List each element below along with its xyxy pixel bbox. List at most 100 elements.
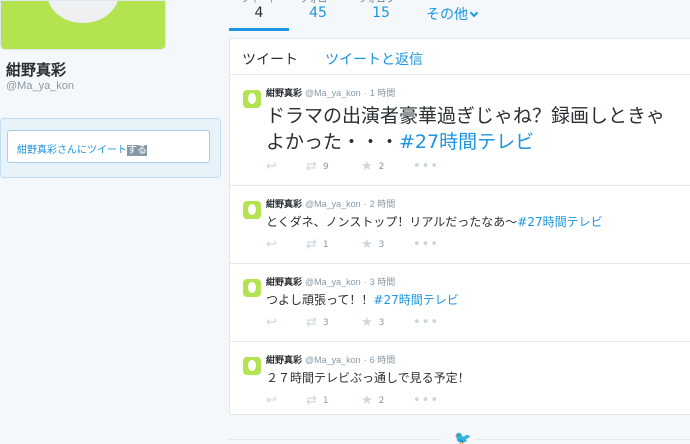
retweet-button[interactable]: ⇄ 1 (306, 393, 329, 408)
tweet-item[interactable]: 紺野真彩 @Ma_ya_kon · 6 時間 ２７時間テレビぶっ通しで見る予定！ ↩ … (230, 343, 690, 416)
tweet-item[interactable]: 紺野真彩 @Ma_ya_kon · 2 時間 とくダネ、ノンストップ！リアルだったなあ… (230, 187, 690, 264)
tweet-body: ２７時間テレビぶっ通しで見る予定！ (266, 371, 470, 385)
stat-followers-value: 15 (372, 5, 390, 21)
tweet-hashtag[interactable]: #27時間テレビ (399, 131, 534, 153)
more-actions-button[interactable]: ••• (413, 159, 439, 174)
favorite-button[interactable]: ★ 2 (361, 393, 384, 408)
more-icon: ••• (413, 159, 440, 174)
stat-tweets-value: 4 (254, 5, 264, 21)
tweet-time[interactable]: 6 時間 (370, 355, 396, 365)
more-icon: ••• (413, 237, 440, 252)
tweet-avatar[interactable] (243, 357, 261, 375)
tweet-header: 紺野真彩 @Ma_ya_kon · 3 時間 (266, 275, 395, 288)
reply-button[interactable]: ↩ (266, 393, 277, 408)
tweetbox-prompt: 紺野真彩さんにツイート (17, 145, 127, 156)
tweet-avatar[interactable] (243, 201, 261, 219)
tweet-author-handle[interactable]: @Ma_ya_kon (305, 355, 361, 365)
tweet-time[interactable]: 2 時間 (370, 199, 396, 209)
tweet-item[interactable]: 紺野真彩 @Ma_ya_kon · 3 時間 つよし頑張って！！#27時間テレビ ↩ … (230, 265, 690, 342)
reply-icon: ↩ (266, 393, 277, 408)
more-icon: ••• (413, 315, 440, 330)
retweet-count: 9 (322, 161, 329, 172)
favorite-count: 2 (378, 395, 385, 406)
tweet-author-name[interactable]: 紺野真彩 (266, 278, 302, 288)
retweet-button[interactable]: ⇄ 9 (306, 159, 329, 174)
tab-tweets-and-replies[interactable]: ツイートと返信 (325, 49, 423, 69)
favorite-button[interactable]: ★ 2 (361, 159, 384, 174)
more-label: その他 (426, 7, 468, 23)
reply-button[interactable]: ↩ (266, 315, 277, 330)
tweet-author-handle[interactable]: @Ma_ya_kon (305, 277, 361, 287)
reply-button[interactable]: ↩ (266, 237, 277, 252)
tweet-author-handle[interactable]: @Ma_ya_kon (305, 199, 361, 209)
profile-name[interactable]: 紺野真彩 (6, 59, 66, 80)
tweet-separator: · (363, 355, 367, 365)
retweet-icon: ⇄ (306, 237, 317, 252)
tweet-header: 紺野真彩 @Ma_ya_kon · 1 時間 (266, 86, 395, 99)
star-icon: ★ (361, 393, 373, 408)
tweet-item[interactable]: 紺野真彩 @Ma_ya_kon · 1 時間 ドラマの出演者豪華過ぎじゃね？録画しとき… (230, 76, 690, 186)
retweet-button[interactable]: ⇄ 3 (306, 315, 329, 330)
twitter-bird-icon: 🐦 (454, 431, 472, 444)
retweet-button[interactable]: ⇄ 1 (306, 237, 329, 252)
egg-avatar-icon (47, 1, 119, 23)
tweet-separator: · (363, 88, 367, 98)
retweet-icon: ⇄ (306, 393, 317, 408)
tweet-header: 紺野真彩 @Ma_ya_kon · 2 時間 (266, 197, 395, 210)
star-icon: ★ (361, 237, 373, 252)
chevron-down-icon (469, 8, 479, 18)
favorite-count: 3 (378, 239, 385, 250)
tweet-author-name[interactable]: 紺野真彩 (266, 89, 302, 99)
tweet-avatar[interactable] (243, 90, 261, 108)
tweet-text: ２７時間テレビぶっ通しで見る予定！ (266, 369, 470, 386)
more-dropdown[interactable]: その他 (426, 4, 479, 24)
reply-button[interactable]: ↩ (266, 159, 277, 174)
retweet-count: 3 (322, 317, 329, 328)
tweet-hashtag[interactable]: #27時間テレビ (517, 215, 602, 229)
stat-following-value: 45 (309, 5, 327, 21)
tweet-author-handle[interactable]: @Ma_ya_kon (305, 88, 361, 98)
tweetbox-input[interactable]: 紺野真彩さんにツイートする (7, 130, 210, 163)
tweet-separator: · (363, 277, 367, 287)
timeline: ツイート ツイートと返信 紺野真彩 @Ma_ya_kon · 1 時間 ドラマの出演者… (229, 38, 690, 415)
more-actions-button[interactable]: ••• (413, 393, 439, 408)
more-actions-button[interactable]: ••• (413, 237, 439, 252)
footer-divider (229, 439, 441, 440)
favorite-count: 2 (378, 161, 385, 172)
stat-followers[interactable]: フォロワー 15 (350, 0, 412, 21)
tweet-hashtag[interactable]: #27時間テレビ (373, 293, 458, 307)
reply-icon: ↩ (266, 315, 277, 330)
stat-followers-label: フォロワー (350, 0, 412, 4)
retweet-count: 1 (322, 395, 329, 406)
stat-following-label: フォロー (291, 0, 345, 4)
tweetbox-prompt-selected: する (127, 145, 147, 156)
reply-icon: ↩ (266, 237, 277, 252)
tweet-separator: · (363, 199, 367, 209)
stat-tweets-label: ツイート (229, 0, 289, 4)
favorite-count: 3 (378, 317, 385, 328)
tab-tweets[interactable]: ツイート (242, 49, 298, 69)
star-icon: ★ (361, 315, 373, 330)
tweet-time[interactable]: 1 時間 (370, 88, 396, 98)
favorite-button[interactable]: ★ 3 (361, 315, 384, 330)
stat-tweets[interactable]: ツイート 4 (229, 0, 289, 31)
retweet-icon: ⇄ (306, 159, 317, 174)
profile-avatar[interactable] (0, 0, 166, 50)
tweet-text: ドラマの出演者豪華過ぎじゃね？録画しときゃよかった・・・#27時間テレビ (266, 103, 676, 155)
tweet-time[interactable]: 3 時間 (370, 277, 396, 287)
stat-following[interactable]: フォロー 45 (291, 0, 345, 21)
tweet-body: つよし頑張って！！ (266, 293, 374, 307)
tweet-author-name[interactable]: 紺野真彩 (266, 356, 302, 366)
tweet-header: 紺野真彩 @Ma_ya_kon · 6 時間 (266, 353, 395, 366)
favorite-button[interactable]: ★ 3 (361, 237, 384, 252)
more-actions-button[interactable]: ••• (413, 315, 439, 330)
more-icon: ••• (413, 393, 440, 408)
footer-divider (476, 439, 690, 440)
tweet-text: つよし頑張って！！#27時間テレビ (266, 291, 459, 308)
tweet-author-name[interactable]: 紺野真彩 (266, 200, 302, 210)
profile-handle[interactable]: @Ma_ya_kon (6, 80, 74, 92)
star-icon: ★ (361, 159, 373, 174)
tweet-avatar[interactable] (243, 279, 261, 297)
tweetbox-card: 紺野真彩さんにツイートする (0, 118, 221, 178)
reply-icon: ↩ (266, 159, 277, 174)
